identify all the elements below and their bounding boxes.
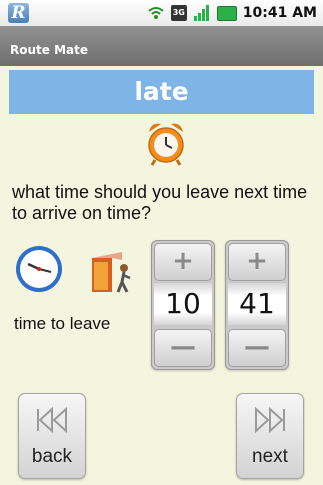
hour-increment-button[interactable]: + (154, 243, 212, 281)
app-title: Route Mate (10, 43, 88, 57)
hour-picker: + 10 — (151, 240, 215, 370)
time-to-leave-label: time to leave (14, 314, 111, 333)
walk-icon (92, 252, 131, 293)
3g-icon: 3G (170, 5, 187, 21)
status-icons: 3G 10:41 AM (141, 4, 317, 22)
question-text: what time should you leave next time to … (12, 182, 308, 223)
battery-icon (216, 5, 237, 21)
status-banner: late (9, 70, 314, 114)
clock-icon (16, 246, 62, 292)
minute-decrement-button[interactable]: — (228, 329, 286, 367)
title-bar: Route Mate (0, 26, 323, 66)
status-time: 10:41 AM (242, 5, 317, 21)
back-button[interactable]: back (18, 393, 86, 479)
minute-picker: + 41 — (225, 240, 289, 370)
next-button[interactable]: next (236, 393, 304, 479)
signal-icon (193, 5, 209, 21)
skip-back-icon (37, 406, 67, 434)
next-button-label: next (252, 446, 288, 467)
back-button-label: back (31, 446, 73, 467)
minute-value[interactable]: 41 (228, 283, 286, 325)
status-bar: R 3G 10:41 AM (0, 0, 323, 26)
skip-forward-icon (255, 406, 285, 434)
minute-increment-button[interactable]: + (228, 243, 286, 281)
hour-value[interactable]: 10 (154, 283, 212, 325)
wifi-icon (148, 7, 164, 19)
alarm-clock-icon (148, 123, 184, 166)
hour-decrement-button[interactable]: — (154, 329, 212, 367)
app-icon: R (8, 3, 29, 23)
